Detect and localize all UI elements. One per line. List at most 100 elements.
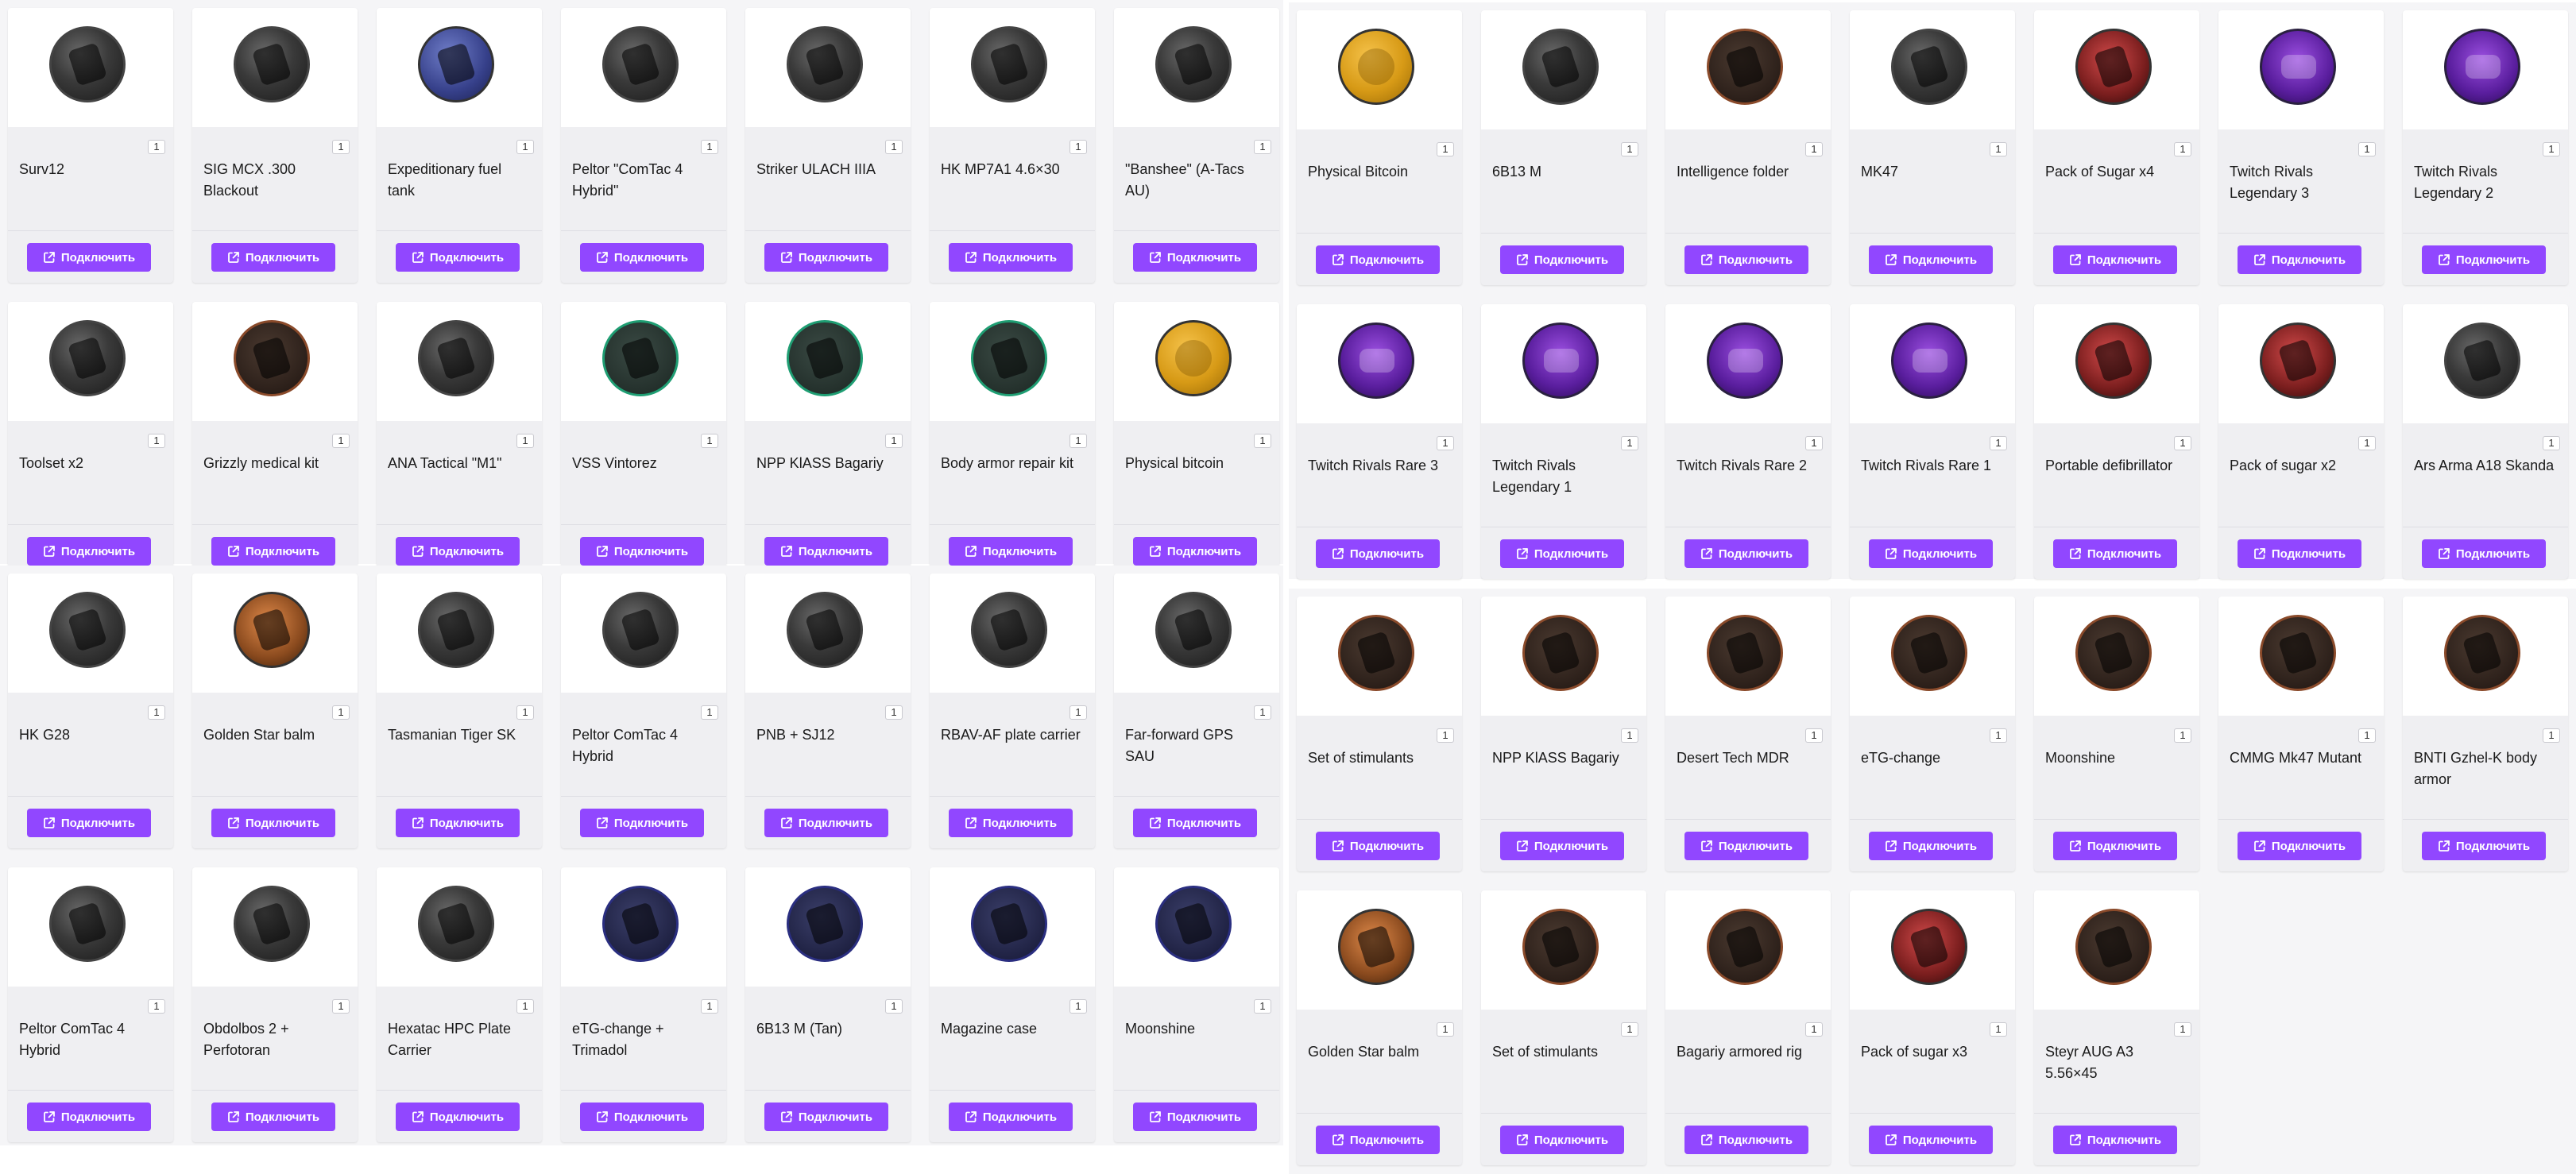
connect-button[interactable]: Подключить: [2053, 1126, 2177, 1154]
connect-button[interactable]: Подключить: [1500, 1126, 1624, 1154]
connect-button[interactable]: Подключить: [396, 809, 520, 837]
connect-button[interactable]: Подключить: [1500, 832, 1624, 860]
quantity-badge: 1: [148, 999, 165, 1014]
drop-card: 1 Moonshine Подключить: [1114, 867, 1279, 1142]
drop-card: 1 Golden Star balm Подключить: [1297, 890, 1462, 1165]
connect-button[interactable]: Подключить: [1133, 1103, 1257, 1131]
connect-button-label: Подключить: [2087, 839, 2162, 853]
connect-button[interactable]: Подключить: [1133, 243, 1257, 272]
connect-button[interactable]: Подключить: [1316, 1126, 1440, 1154]
connect-button[interactable]: Подключить: [396, 537, 520, 566]
connect-button[interactable]: Подключить: [764, 537, 888, 566]
connect-button[interactable]: Подключить: [764, 243, 888, 272]
connect-button[interactable]: Подключить: [764, 1103, 888, 1131]
item-image: [745, 573, 911, 693]
connect-button[interactable]: Подключить: [764, 809, 888, 837]
card-divider: [1297, 1113, 1462, 1114]
connect-button[interactable]: Подключить: [1316, 832, 1440, 860]
external-link-icon: [412, 252, 424, 263]
connect-button[interactable]: Подключить: [949, 537, 1073, 566]
item-name: VSS Vintorez: [572, 455, 657, 471]
connect-button[interactable]: Подключить: [2053, 245, 2177, 274]
connect-button[interactable]: Подключить: [2238, 539, 2361, 568]
card-divider: [745, 796, 911, 797]
connect-button[interactable]: Подключить: [580, 537, 704, 566]
connect-button[interactable]: Подключить: [2053, 832, 2177, 860]
connect-button[interactable]: Подключить: [1684, 245, 1808, 274]
connect-button[interactable]: Подключить: [1316, 245, 1440, 274]
external-link-icon: [1516, 840, 1528, 852]
connect-button-label: Подключить: [1349, 839, 1425, 853]
connect-button[interactable]: Подключить: [27, 537, 151, 566]
connect-button[interactable]: Подключить: [27, 809, 151, 837]
card-divider: [2034, 819, 2199, 820]
connect-button[interactable]: Подключить: [2422, 245, 2546, 274]
connect-button-label: Подключить: [982, 816, 1058, 830]
connect-button[interactable]: Подключить: [580, 243, 704, 272]
connect-button-label: Подключить: [1349, 253, 1425, 267]
card-divider: [2403, 819, 2568, 820]
connect-button[interactable]: Подключить: [2422, 832, 2546, 860]
external-link-icon: [227, 817, 239, 828]
connect-button[interactable]: Подключить: [1316, 539, 1440, 568]
connect-button[interactable]: Подключить: [1869, 1126, 1993, 1154]
connect-button[interactable]: Подключить: [27, 243, 151, 272]
item-icon: [602, 26, 679, 102]
connect-button[interactable]: Подключить: [2238, 245, 2361, 274]
drop-card: 1 Bagariy armored rig Подключить: [1665, 890, 1831, 1165]
connect-button[interactable]: Подключить: [949, 809, 1073, 837]
drop-card: 1 Peltor "ComTac 4 Hybrid" Подключить: [561, 8, 726, 283]
item-icon: [787, 26, 863, 102]
connect-button[interactable]: Подключить: [396, 243, 520, 272]
connect-button-label: Подключить: [2271, 546, 2346, 561]
drop-card: 1 Set of stimulants Подключить: [1481, 890, 1646, 1165]
connect-button[interactable]: Подключить: [1500, 539, 1624, 568]
connect-button[interactable]: Подключить: [1869, 539, 1993, 568]
connect-button[interactable]: Подключить: [1684, 1126, 1808, 1154]
quantity-badge: 1: [1990, 1022, 2007, 1037]
item-image: [192, 8, 358, 127]
connect-button-label: Подключить: [2087, 1133, 2162, 1147]
connect-button[interactable]: Подключить: [1500, 245, 1624, 274]
item-image: [377, 8, 542, 127]
connect-button-label: Подключить: [1166, 1110, 1242, 1124]
connect-button[interactable]: Подключить: [2422, 539, 2546, 568]
quantity-badge: 1: [2174, 142, 2191, 156]
connect-button[interactable]: Подключить: [1133, 809, 1257, 837]
quantity-badge: 1: [701, 999, 718, 1014]
connect-button[interactable]: Подключить: [27, 1103, 151, 1131]
connect-button[interactable]: Подключить: [949, 1103, 1073, 1131]
connect-button[interactable]: Подключить: [580, 1103, 704, 1131]
quantity-badge: 1: [2543, 728, 2560, 743]
card-divider: [1114, 524, 1279, 525]
connect-button[interactable]: Подключить: [211, 1103, 335, 1131]
item-icon: [2075, 615, 2152, 691]
connect-button[interactable]: Подключить: [1869, 245, 1993, 274]
item-name: Far-forward GPS SAU: [1125, 727, 1234, 764]
connect-button[interactable]: Подключить: [580, 809, 704, 837]
connect-button[interactable]: Подключить: [211, 537, 335, 566]
connect-button[interactable]: Подключить: [211, 809, 335, 837]
connect-button[interactable]: Подключить: [1869, 832, 1993, 860]
connect-button[interactable]: Подключить: [949, 243, 1073, 272]
item-name: Steyr AUG A3 5.56×45: [2045, 1044, 2134, 1081]
connect-button[interactable]: Подключить: [2238, 832, 2361, 860]
connect-button[interactable]: Подключить: [396, 1103, 520, 1131]
quantity-badge: 1: [332, 705, 350, 720]
connect-button[interactable]: Подключить: [2053, 539, 2177, 568]
quantity-badge: 1: [1990, 728, 2007, 743]
connect-button[interactable]: Подключить: [1684, 832, 1808, 860]
quantity-badge: 1: [1069, 434, 1087, 448]
quantity-badge: 1: [1069, 140, 1087, 154]
item-icon: [2260, 615, 2336, 691]
item-image: [1481, 10, 1646, 129]
quantity-badge: 1: [1069, 705, 1087, 720]
quantity-badge: 1: [148, 705, 165, 720]
drops-panel-bottom-right: 1 Set of stimulants Подключить 1 NPP KlA…: [1289, 589, 2576, 1174]
item-name: Twitch Rivals Legendary 3: [2230, 164, 2314, 201]
connect-button[interactable]: Подключить: [1684, 539, 1808, 568]
connect-button[interactable]: Подключить: [1133, 537, 1257, 566]
drop-card: 1 HK MP7A1 4.6×30 Подключить: [930, 8, 1095, 283]
connect-button[interactable]: Подключить: [211, 243, 335, 272]
item-image: [1850, 10, 2015, 129]
